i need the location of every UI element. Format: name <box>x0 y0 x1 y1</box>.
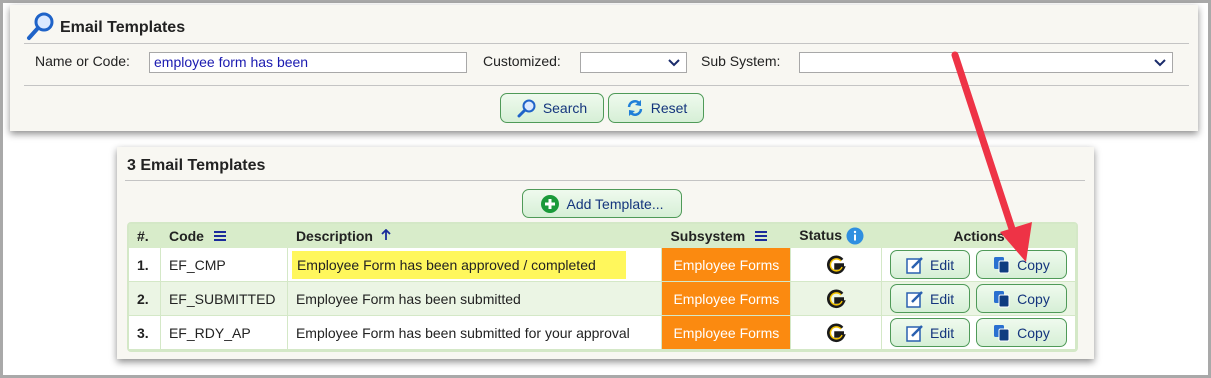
arrow-up-icon <box>381 228 391 240</box>
g-logo-icon <box>827 323 846 342</box>
row-status <box>791 316 883 350</box>
divider <box>125 180 1085 181</box>
row-code: EF_SUBMITTED <box>160 282 288 316</box>
chevron-down-icon <box>1154 58 1166 66</box>
edit-button-label: Edit <box>930 256 955 273</box>
row-subsystem: Employee Forms <box>662 248 792 282</box>
row-actions: Edit Copy <box>882 316 1076 350</box>
search-icon <box>517 99 536 118</box>
column-header-actions: Actions <box>882 224 1076 248</box>
magnifier-icon <box>26 11 56 46</box>
add-template-button[interactable]: Add Template... <box>522 189 682 218</box>
copy-icon <box>994 256 1010 273</box>
table-row: 2. EF_SUBMITTED Employee Form has been s… <box>129 282 1076 316</box>
results-title: 3 Email Templates <box>127 157 266 174</box>
info-icon[interactable] <box>846 227 864 245</box>
row-number: 3. <box>129 316 161 350</box>
column-header-description[interactable]: Description <box>287 224 663 248</box>
row-status <box>791 282 883 316</box>
copy-button[interactable]: Copy <box>976 250 1067 279</box>
row-number: 1. <box>129 248 161 282</box>
name-or-code-label: Name or Code: <box>35 53 130 69</box>
panel-header: Email Templates <box>26 11 186 46</box>
menu-icon[interactable] <box>755 231 768 241</box>
column-header-code[interactable]: Code <box>160 224 288 248</box>
sub-system-select[interactable] <box>799 52 1173 73</box>
row-status <box>791 248 883 282</box>
copy-button-label: Copy <box>1017 324 1050 341</box>
edit-icon <box>906 324 923 342</box>
search-button-label: Search <box>542 100 588 116</box>
templates-table: #. Code Description Subsystem Status Act… <box>127 222 1078 352</box>
divider <box>24 43 1189 44</box>
edit-button-label: Edit <box>930 324 955 341</box>
plus-circle-icon <box>541 194 560 213</box>
row-number: 2. <box>129 282 161 316</box>
column-header-description-label: Description <box>295 228 373 244</box>
g-logo-icon <box>827 255 846 274</box>
results-panel: 3 Email Templates Add Template... #. Cod… <box>117 147 1094 359</box>
refresh-icon <box>627 100 642 116</box>
page-title: Email Templates <box>60 19 186 36</box>
row-subsystem: Employee Forms <box>662 282 792 316</box>
customized-select[interactable] <box>580 52 687 73</box>
row-code: EF_RDY_AP <box>160 316 288 350</box>
copy-button-label: Copy <box>1017 290 1050 307</box>
search-panel: Email Templates Name or Code: employee f… <box>10 5 1198 131</box>
copy-icon <box>994 324 1010 341</box>
row-description: Employee Form has been submitted for you… <box>287 316 663 350</box>
copy-button[interactable]: Copy <box>976 284 1067 313</box>
g-logo-icon <box>827 289 846 308</box>
reset-button-label: Reset <box>650 100 688 116</box>
edit-button[interactable]: Edit <box>890 284 971 313</box>
add-template-button-label: Add Template... <box>566 195 664 212</box>
divider <box>24 85 1189 86</box>
table-row: 3. EF_RDY_AP Employee Form has been subm… <box>129 316 1076 350</box>
row-code: EF_CMP <box>160 248 288 282</box>
row-description-text: Employee Form has been approved / comple… <box>291 250 626 279</box>
column-header-num: #. <box>129 224 161 248</box>
copy-button[interactable]: Copy <box>976 318 1067 347</box>
column-header-code-label: Code <box>168 228 204 244</box>
edit-button[interactable]: Edit <box>890 250 971 279</box>
column-header-subsystem-label: Subsystem <box>670 228 746 244</box>
column-header-status-label: Status <box>799 226 843 243</box>
edit-icon <box>906 290 923 308</box>
row-description: Employee Form has been approved / comple… <box>287 248 663 282</box>
row-subsystem: Employee Forms <box>662 316 792 350</box>
name-or-code-input[interactable]: employee form has been <box>149 52 467 73</box>
column-header-subsystem[interactable]: Subsystem <box>662 224 792 248</box>
table-header-row: #. Code Description Subsystem Status Act… <box>129 224 1076 248</box>
edit-button[interactable]: Edit <box>890 318 971 347</box>
table-row: 1. EF_CMP Employee Form has been approve… <box>129 248 1076 282</box>
chevron-down-icon <box>668 58 680 66</box>
edit-icon <box>906 256 923 274</box>
edit-button-label: Edit <box>930 290 955 307</box>
search-button[interactable]: Search <box>500 93 604 123</box>
copy-button-label: Copy <box>1017 256 1050 273</box>
menu-icon[interactable] <box>213 231 226 241</box>
row-description: Employee Form has been submitted <box>287 282 663 316</box>
row-actions: Edit Copy <box>882 248 1076 282</box>
copy-icon <box>994 290 1010 307</box>
row-actions: Edit Copy <box>882 282 1076 316</box>
customized-label: Customized: <box>483 53 561 69</box>
sub-system-label: Sub System: <box>701 53 781 69</box>
column-header-status: Status <box>791 224 883 248</box>
reset-button[interactable]: Reset <box>608 93 704 123</box>
